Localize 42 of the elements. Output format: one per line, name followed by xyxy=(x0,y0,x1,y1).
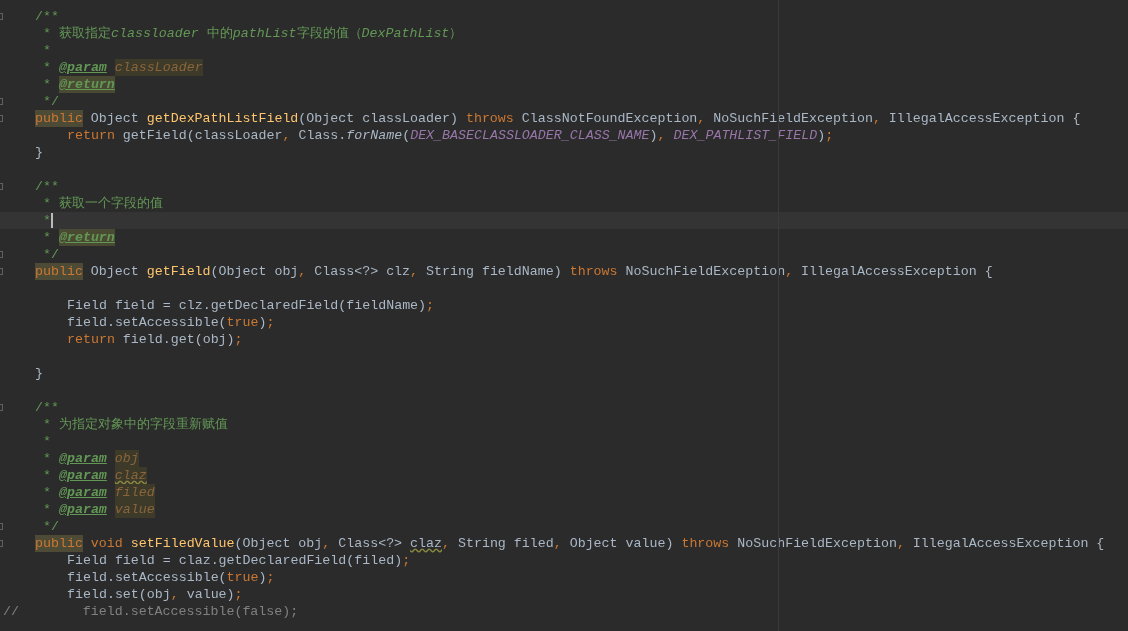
code-line: */ xyxy=(42,518,59,535)
fold-icon[interactable] xyxy=(0,404,3,411)
code-line: public Object getDexPathListField(Object classLoader) throws ClassNotFoundException, NoSuchFieldException, IllegalAccessException { xyxy=(34,110,1081,127)
code-line: * @param obj xyxy=(42,450,139,467)
fold-icon[interactable] xyxy=(0,268,3,275)
fold-icon[interactable] xyxy=(0,98,3,105)
code-line: /** xyxy=(34,178,59,195)
code-line: * @param value xyxy=(42,501,155,518)
code-line: // field.setAccessible(false); xyxy=(3,603,299,620)
code-line: } xyxy=(34,144,43,161)
code-line: * @return xyxy=(42,76,115,93)
code-line: * 获取指定classloader 中的pathList字段的值（DexPathList） xyxy=(42,25,463,42)
code-line: * xyxy=(42,433,51,450)
code-line: * 为指定对象中的字段重新赋值 xyxy=(42,416,228,433)
code-line: * @param filed xyxy=(42,484,155,501)
text-cursor xyxy=(51,213,53,228)
code-line: field.setAccessible(true); xyxy=(66,569,275,586)
code-line: * xyxy=(42,212,53,229)
code-line: Field field = claz.getDeclaredField(filed); xyxy=(66,552,411,569)
code-line: field.setAccessible(true); xyxy=(66,314,275,331)
fold-icon[interactable] xyxy=(0,540,3,547)
code-line: */ xyxy=(42,246,59,263)
code-line: * @return xyxy=(42,229,115,246)
fold-icon[interactable] xyxy=(0,183,3,190)
fold-icon[interactable] xyxy=(0,13,3,20)
code-line: public void setFiledValue(Object obj, Class<?> claz, String filed, Object value) throws NoSuchFieldException, IllegalAccessException { xyxy=(34,535,1105,552)
code-line: */ xyxy=(42,93,59,110)
code-line: * @param claz xyxy=(42,467,147,484)
code-line: * xyxy=(42,42,51,59)
code-line: public Object getField(Object obj, Class<?> clz, String fieldName) throws NoSuchFieldException, IllegalAccessException { xyxy=(34,263,993,280)
fold-icon[interactable] xyxy=(0,251,3,258)
code-line: Field field = clz.getDeclaredField(fieldName); xyxy=(66,297,435,314)
code-line: } xyxy=(34,365,43,382)
code-line: /** xyxy=(34,8,59,25)
fold-icon[interactable] xyxy=(0,523,3,530)
code-line: return getField(classLoader, Class.forName(DEX_BASECLASSLOADER_CLASS_NAME), DEX_PATHLIST_FIELD); xyxy=(66,127,834,144)
code-line: /** xyxy=(34,399,59,416)
code-line: return field.get(obj); xyxy=(66,331,243,348)
code-line: field.set(obj, value); xyxy=(66,586,243,603)
code-line: * @param classLoader xyxy=(42,59,203,76)
fold-icon[interactable] xyxy=(0,115,3,122)
code-line: * 获取一个字段的值 xyxy=(42,195,163,212)
